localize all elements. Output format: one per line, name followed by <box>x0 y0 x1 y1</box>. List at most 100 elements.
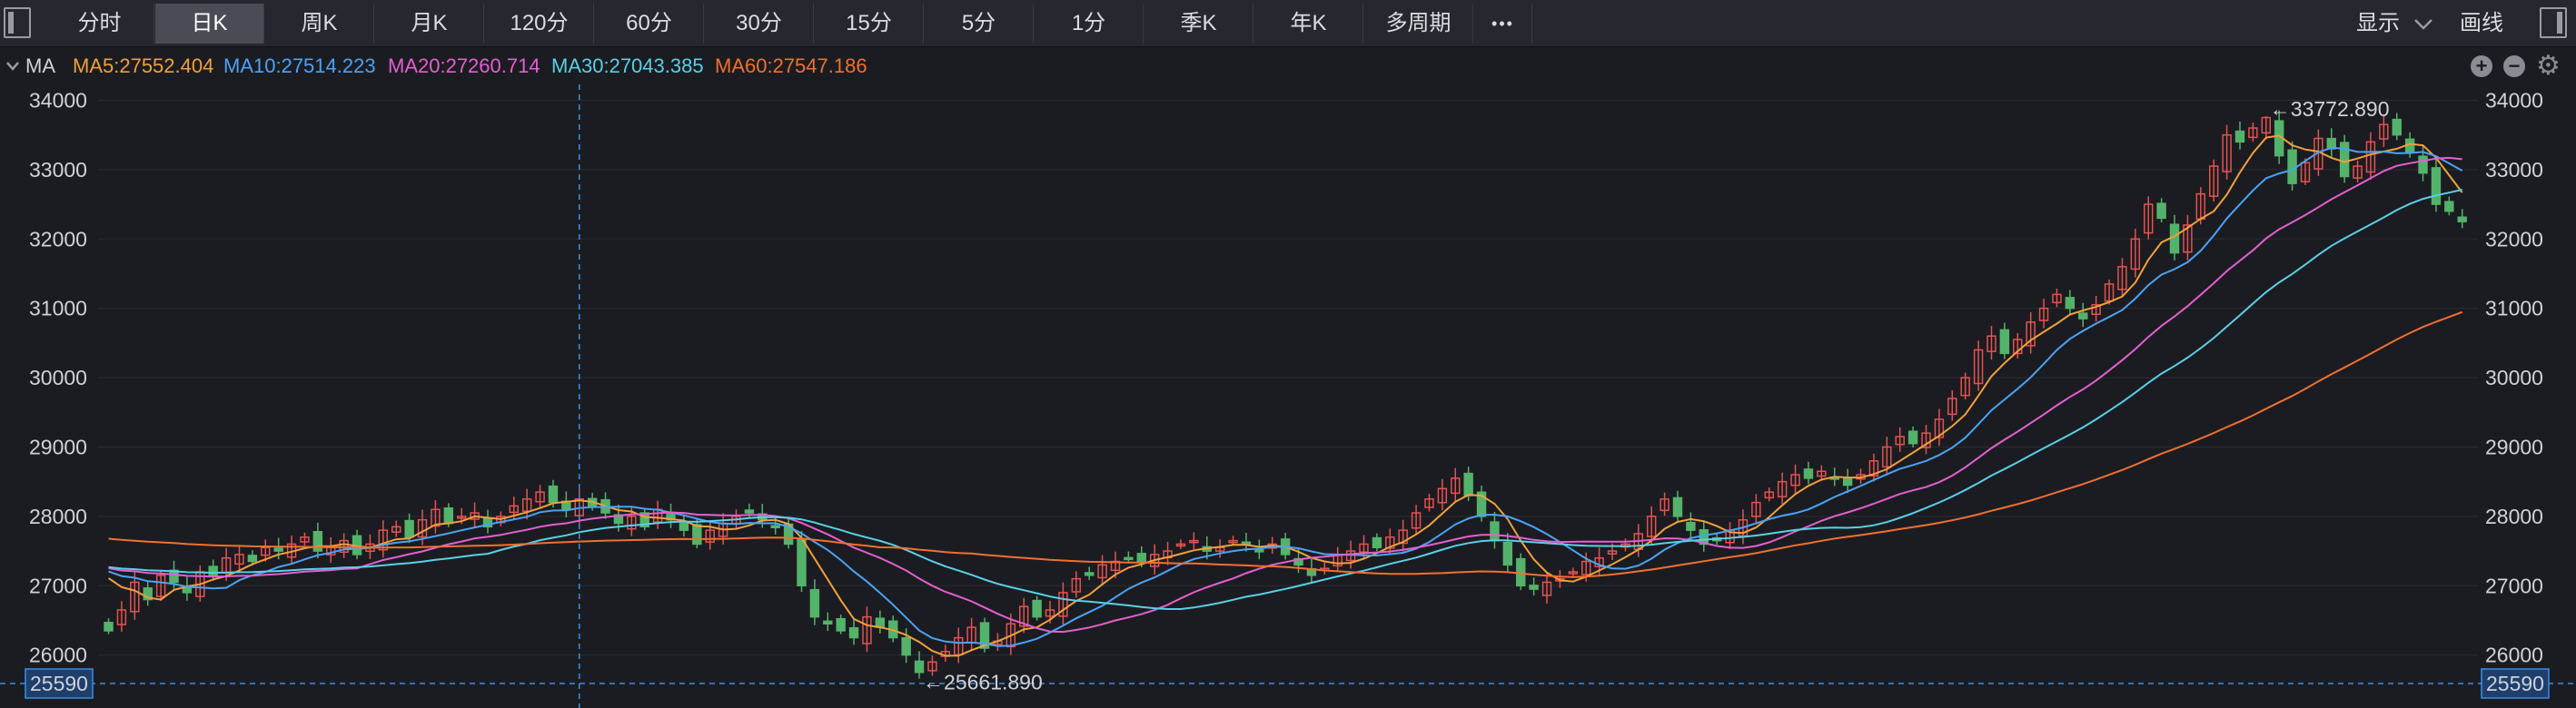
tab-minute[interactable]: 分时 <box>45 4 154 44</box>
tab-year-k[interactable]: 年K <box>1254 4 1363 44</box>
candle-down[interactable] <box>823 620 833 625</box>
candle-down[interactable] <box>2457 216 2467 222</box>
candle-down[interactable] <box>2418 155 2428 174</box>
candle-down[interactable] <box>2065 297 2076 310</box>
candle-down[interactable] <box>1463 472 1473 497</box>
draw-line-button[interactable]: 画线 <box>2460 4 2503 44</box>
y-tick-label: 27000 <box>29 574 87 597</box>
tab-week-k[interactable]: 周K <box>265 4 374 44</box>
y-tick-label: 33000 <box>2485 158 2543 182</box>
crosshair-value-right: 25590 <box>2486 672 2544 695</box>
y-axis-right: 26000 27000 28000 29000 30000 31000 32000 33000… <box>2485 88 2543 666</box>
candle-down[interactable] <box>1032 599 1042 618</box>
gear-icon[interactable]: ⚙ <box>2536 48 2561 84</box>
candle-down[interactable] <box>312 530 323 552</box>
y-tick-label: 31000 <box>29 297 87 320</box>
candle-down[interactable] <box>1999 329 2010 355</box>
y-tick-label: 32000 <box>2485 227 2543 251</box>
candle-down[interactable] <box>1372 536 1382 549</box>
high-annotation: ←33772.890 <box>2270 97 2390 121</box>
y-tick-label: 30000 <box>2485 366 2543 389</box>
candle-down[interactable] <box>679 522 689 531</box>
zoom-in-icon[interactable]: + <box>2471 55 2492 77</box>
candle-down[interactable] <box>1672 497 1683 517</box>
ma20-value: MA20:27260.714 <box>388 54 540 77</box>
y-tick-label: 34000 <box>2485 88 2543 112</box>
candle-down[interactable] <box>901 637 911 656</box>
more-menu-icon[interactable]: ••• <box>1474 4 1532 44</box>
crosshair-label-right: 25590 <box>2481 668 2550 699</box>
candle-down[interactable] <box>1803 468 1814 479</box>
y-tick-label: 28000 <box>2485 505 2543 528</box>
candle-down[interactable] <box>692 524 702 546</box>
crosshair-label-left: 25590 <box>25 668 94 699</box>
tab-60min[interactable]: 60分 <box>595 4 704 44</box>
y-tick-label: 33000 <box>29 158 87 182</box>
y-tick-label: 27000 <box>2485 574 2543 597</box>
tab-5min[interactable]: 5分 <box>925 4 1034 44</box>
display-menu[interactable]: 显示 <box>2356 4 2433 44</box>
ma-lines <box>107 134 2463 657</box>
candle-down[interactable] <box>404 519 414 538</box>
zoom-out-icon[interactable]: − <box>2503 55 2525 77</box>
candle-down[interactable] <box>1254 549 1264 553</box>
candle-down[interactable] <box>2078 312 2088 320</box>
candle-down[interactable] <box>2444 201 2454 212</box>
candle-down[interactable] <box>836 617 846 632</box>
ma10-value: MA10:27514.223 <box>223 54 376 77</box>
candle-down[interactable] <box>1136 553 1146 563</box>
candle-down[interactable] <box>809 588 820 618</box>
y-tick-label: 31000 <box>2485 297 2543 320</box>
crosshair-value-left: 25590 <box>30 672 88 695</box>
candle-down[interactable] <box>797 537 807 587</box>
candle-down[interactable] <box>104 622 114 632</box>
tab-30min[interactable]: 30分 <box>705 4 814 44</box>
candle-down[interactable] <box>744 509 755 514</box>
y-tick-label: 30000 <box>29 366 87 389</box>
candle-down[interactable] <box>1502 541 1513 566</box>
candle-down[interactable] <box>1124 556 1134 561</box>
chevron-down-icon <box>2413 18 2432 30</box>
candle-down[interactable] <box>1529 585 1539 590</box>
ma30-value: MA30:27043.385 <box>551 54 704 77</box>
tab-day-k[interactable]: 日K <box>155 4 264 44</box>
ma10-line <box>108 146 2463 647</box>
candle-down[interactable] <box>2392 118 2402 136</box>
candle-down[interactable] <box>1686 521 1696 531</box>
candle-down[interactable] <box>1842 477 1853 487</box>
candle-down[interactable] <box>273 547 283 552</box>
tab-1min[interactable]: 1分 <box>1035 4 1144 44</box>
candle-down[interactable] <box>1907 430 1918 445</box>
sidebar-toggle-left-icon[interactable] <box>4 7 31 38</box>
ma60-value: MA60:27547.186 <box>715 54 867 77</box>
display-label: 显示 <box>2356 11 2400 35</box>
grid-lines <box>98 99 2478 656</box>
tab-quarter-k[interactable]: 季K <box>1144 4 1253 44</box>
candle-down[interactable] <box>848 626 859 639</box>
sidebar-toggle-right-icon[interactable] <box>2540 7 2567 38</box>
candle-down[interactable] <box>2234 130 2245 143</box>
candle-down[interactable] <box>2156 202 2166 220</box>
ma-indicator-bar: MA MA5:27552.404 MA10:27514.223 MA20:272… <box>0 48 2576 84</box>
candle-down[interactable] <box>208 565 218 576</box>
candle-down[interactable] <box>247 555 258 563</box>
y-tick-label: 26000 <box>29 644 87 667</box>
candlesticks <box>104 110 2467 679</box>
candle-down[interactable] <box>548 485 559 504</box>
y-tick-label: 28000 <box>29 505 87 528</box>
candle-down[interactable] <box>2431 167 2442 205</box>
candle-down[interactable] <box>1084 572 1095 576</box>
kline-chart[interactable]: 26000 27000 28000 29000 30000 31000 32000 33000… <box>0 84 2576 708</box>
tab-15min[interactable]: 15分 <box>815 4 924 44</box>
collapse-chevron-icon[interactable] <box>5 61 20 72</box>
tab-multi-period[interactable]: 多周期 <box>1364 4 1473 44</box>
candle-down[interactable] <box>2169 223 2180 254</box>
candle-down[interactable] <box>2287 149 2297 184</box>
tab-120min[interactable]: 120分 <box>485 4 594 44</box>
tab-month-k[interactable]: 月K <box>375 4 484 44</box>
candle-down[interactable] <box>1490 521 1500 542</box>
ma5-value: MA5:27552.404 <box>73 54 214 77</box>
candle-down[interactable] <box>770 525 780 528</box>
candle-down[interactable] <box>443 506 454 525</box>
candle-down[interactable] <box>1241 541 1252 546</box>
